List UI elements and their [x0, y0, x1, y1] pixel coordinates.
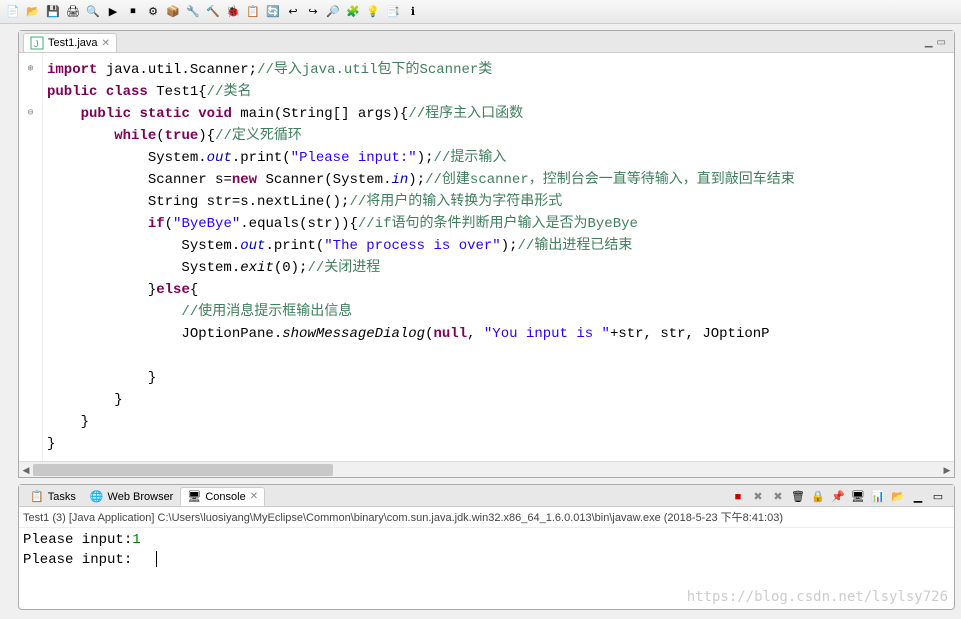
toolbar-save-icon[interactable]: 💾 [44, 3, 62, 21]
scroll-right-icon[interactable]: ▶ [940, 462, 954, 478]
scroll-thumb[interactable] [33, 464, 333, 476]
toolbar-wrench-icon[interactable]: 🔧 [184, 3, 202, 21]
watermark-text: https://blog.csdn.net/lsylsy726 [687, 587, 948, 607]
minimize-console-icon[interactable]: ▁ [910, 489, 926, 505]
editor-panel: J Test1.java ✕ ▁ ▭ ⊕ ⊖ import java.util.… [18, 30, 955, 478]
tab-console-label: Console [205, 491, 245, 503]
clear-console-button[interactable]: 🗑 [790, 489, 806, 505]
tasks-icon: 📋 [30, 490, 44, 503]
toolbar-package-icon[interactable]: 📦 [164, 3, 182, 21]
toolbar-redo-icon[interactable]: ↪ [304, 3, 322, 21]
toolbar-run-icon[interactable]: ▶ [104, 3, 122, 21]
editor-tab-label: Test1.java [48, 37, 98, 49]
toolbar-debug-icon[interactable]: 🐞 [224, 3, 242, 21]
console-process-header: Test1 (3) [Java Application] C:\Users\lu… [19, 507, 954, 528]
tab-console[interactable]: 🖥 Console ✕ [180, 487, 265, 506]
gutter: ⊕ ⊖ [19, 53, 43, 461]
gutter-fold-icon[interactable]: ⊖ [19, 103, 42, 125]
toolbar-clipboard-icon[interactable]: 📋 [244, 3, 262, 21]
console-icon: 🖥 [187, 490, 201, 503]
toolbar-search-icon[interactable]: 🔍 [84, 3, 102, 21]
code-content[interactable]: import java.util.Scanner;//导入java.util包下… [43, 53, 954, 461]
toolbar-find-icon[interactable]: 🔎 [324, 3, 342, 21]
console-line: Please input: [23, 550, 950, 570]
remove-launch-button[interactable]: ✖ [750, 489, 766, 505]
maximize-console-icon[interactable]: ▭ [930, 489, 946, 505]
toolbar-print-icon[interactable]: 🖨 [64, 3, 82, 21]
toolbar-info-icon[interactable]: ℹ [404, 3, 422, 21]
toolbar-settings-icon[interactable]: ⚙ [144, 3, 162, 21]
remove-all-button[interactable]: ✖ [770, 489, 786, 505]
toolbar-stop-icon[interactable]: ⏹ [124, 3, 142, 21]
minimize-editor-icon[interactable]: ▁ [925, 37, 933, 48]
pin-console-button[interactable]: 📌 [830, 489, 846, 505]
globe-icon: 🌐 [90, 490, 104, 503]
gutter-import-icon[interactable]: ⊕ [19, 59, 42, 81]
java-file-icon: J [30, 36, 44, 50]
console-tab-bar: 📋 Tasks 🌐 Web Browser 🖥 Console ✕ ■ ✖ ✖ … [19, 485, 954, 507]
toolbar-new-icon[interactable]: 📄 [4, 3, 22, 21]
new-console-icon[interactable]: 📂 [890, 489, 906, 505]
scroll-lock-button[interactable]: 🔒 [810, 489, 826, 505]
close-tab-icon[interactable]: ✕ [102, 38, 110, 49]
open-console-button[interactable]: 📊 [870, 489, 886, 505]
editor-tab-test1[interactable]: J Test1.java ✕ [23, 33, 117, 52]
toolbar-docs-icon[interactable]: 📑 [384, 3, 402, 21]
left-strip [0, 30, 16, 478]
main-toolbar: 📄 📂 💾 🖨 🔍 ▶ ⏹ ⚙ 📦 🔧 🔨 🐞 📋 🔄 ↩ ↪ 🔎 🧩 💡 📑 … [0, 0, 961, 24]
tab-web-browser[interactable]: 🌐 Web Browser [83, 487, 181, 506]
tab-browser-label: Web Browser [108, 491, 174, 503]
terminate-button[interactable]: ■ [730, 489, 746, 505]
tab-tasks[interactable]: 📋 Tasks [23, 487, 83, 506]
toolbar-hint-icon[interactable]: 💡 [364, 3, 382, 21]
code-editor[interactable]: ⊕ ⊖ import java.util.Scanner;//导入java.ut… [19, 53, 954, 461]
toolbar-plugin-icon[interactable]: 🧩 [344, 3, 362, 21]
maximize-editor-icon[interactable]: ▭ [937, 37, 946, 48]
text-cursor-icon [156, 551, 157, 567]
svg-text:J: J [34, 39, 39, 49]
console-panel: 📋 Tasks 🌐 Web Browser 🖥 Console ✕ ■ ✖ ✖ … [18, 484, 955, 610]
console-line: Please input:1 [23, 530, 950, 550]
toolbar-refresh-icon[interactable]: 🔄 [264, 3, 282, 21]
tab-tasks-label: Tasks [48, 491, 76, 503]
close-console-tab-icon[interactable]: ✕ [250, 491, 258, 502]
toolbar-open-icon[interactable]: 📂 [24, 3, 42, 21]
scroll-left-icon[interactable]: ◀ [19, 462, 33, 478]
horizontal-scrollbar[interactable]: ◀ ▶ [19, 461, 954, 477]
toolbar-undo-icon[interactable]: ↩ [284, 3, 302, 21]
console-output[interactable]: Please input:1 Please input: https://blo… [19, 528, 954, 609]
display-selected-button[interactable]: 🖥 [850, 489, 866, 505]
editor-tab-bar: J Test1.java ✕ ▁ ▭ [19, 31, 954, 53]
toolbar-build-icon[interactable]: 🔨 [204, 3, 222, 21]
